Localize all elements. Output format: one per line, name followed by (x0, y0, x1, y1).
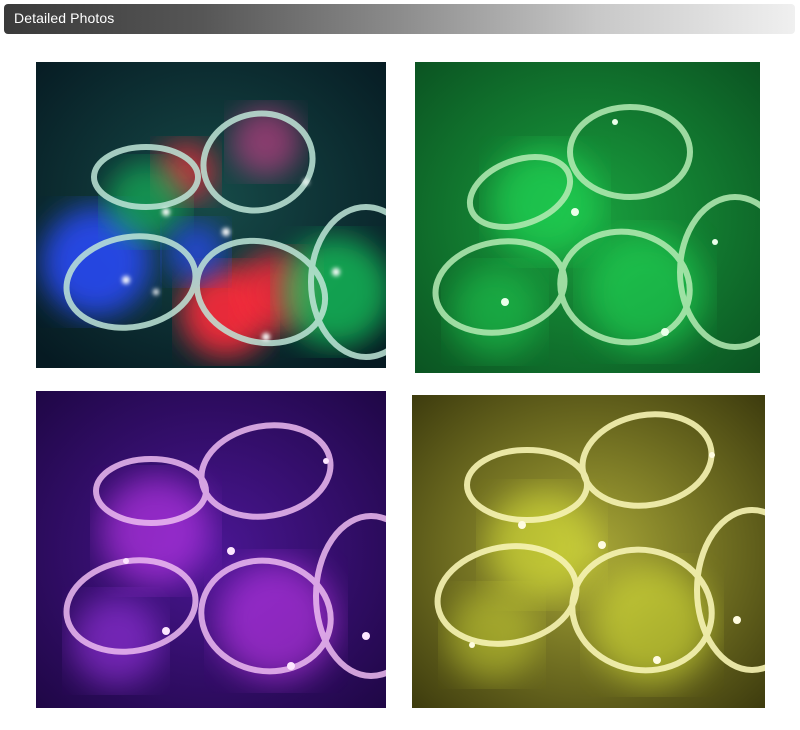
photo-yellow (412, 395, 765, 708)
photo-purple (36, 391, 386, 708)
photo-green (415, 62, 760, 373)
photo-rgb-multicolor (36, 62, 386, 368)
section-header: Detailed Photos (4, 4, 795, 34)
section-title: Detailed Photos (14, 10, 115, 26)
